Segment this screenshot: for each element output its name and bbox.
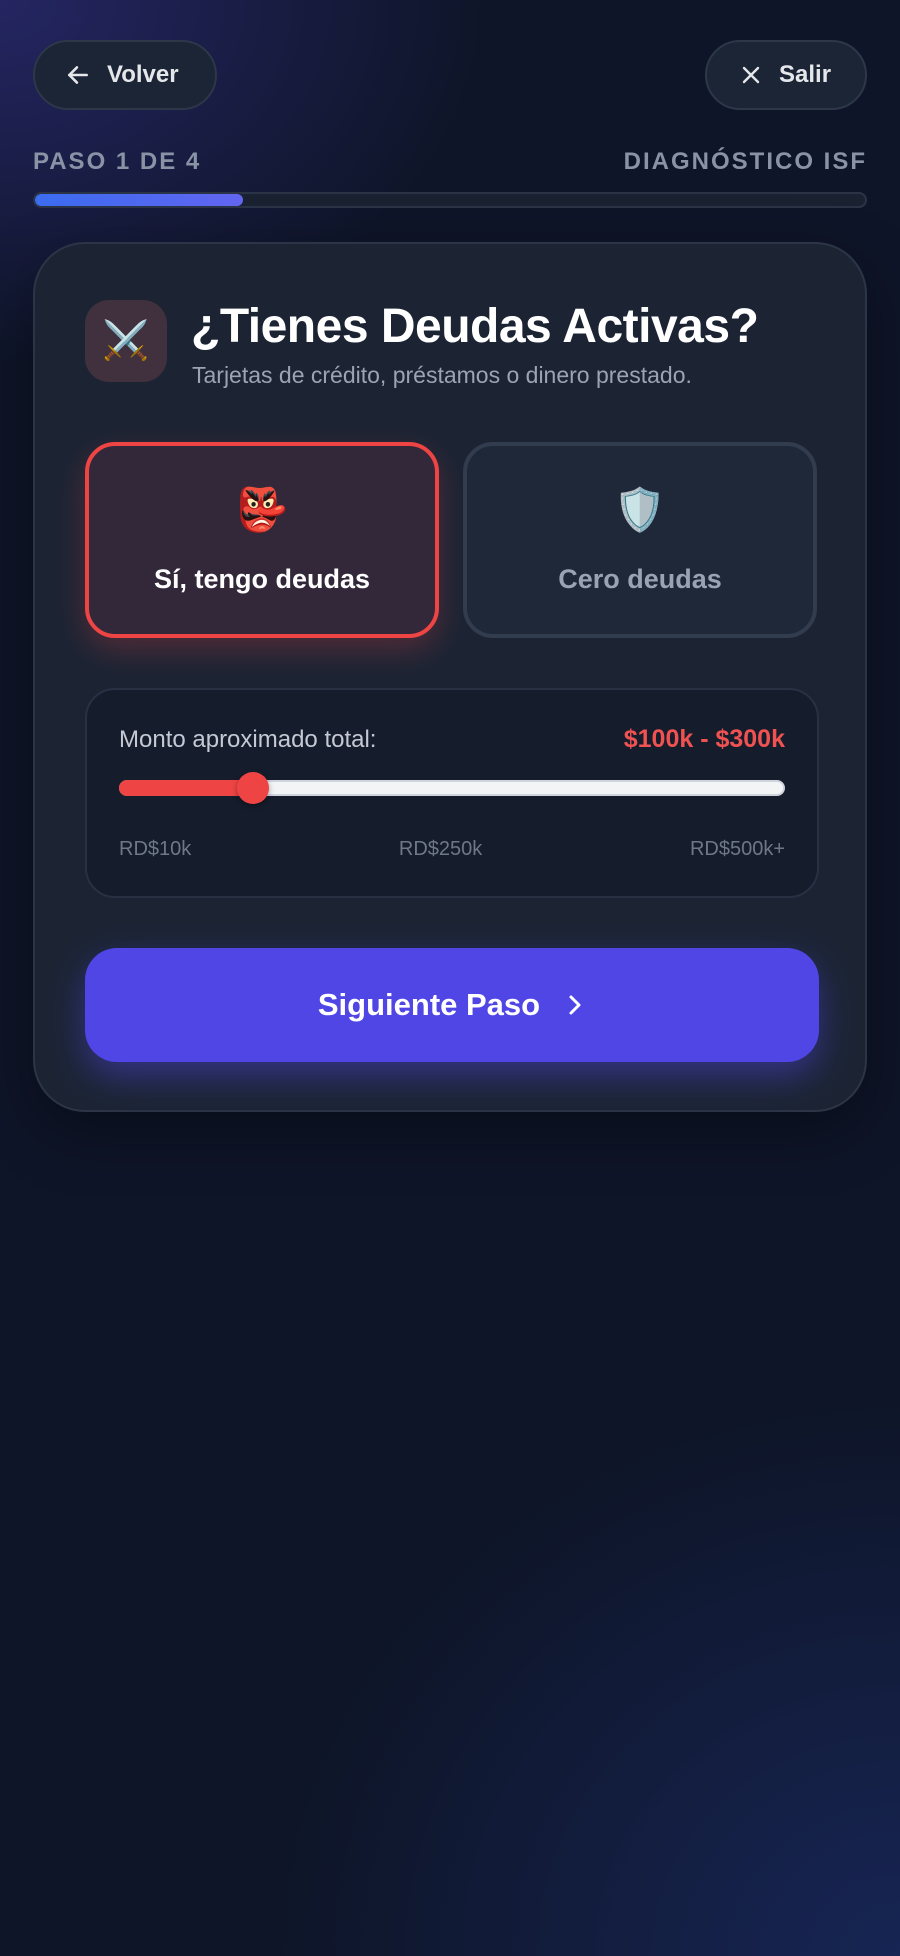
option-has-debts[interactable]: 👺 Sí, tengo deudas <box>85 442 439 638</box>
back-button-label: Volver <box>107 61 179 88</box>
tick-label-max: RD$500k+ <box>689 838 785 860</box>
chevron-right-icon <box>569 995 581 1015</box>
progress-bar-fill <box>35 194 243 206</box>
question-card: ⚔️ ¿Tienes Deudas Activas? Tarjetas de c… <box>33 242 867 1112</box>
top-bar: Volver Salir <box>33 40 867 110</box>
exit-button-label: Salir <box>779 61 832 88</box>
goblin-mask-icon: 👺 <box>235 486 289 533</box>
progress-header: PASO 1 DE 4 DIAGNÓSTICO ISF <box>33 148 867 178</box>
question-subtitle: Tarjetas de crédito, préstamos o dinero … <box>192 362 692 388</box>
arrow-left-icon <box>68 66 88 84</box>
tick-label-mid: RD$250k <box>398 838 483 860</box>
amount-label: Monto aproximado total: <box>119 726 377 753</box>
back-button[interactable]: Volver <box>33 40 217 110</box>
progress-bar <box>33 192 867 208</box>
next-step-label: Siguiente Paso <box>317 987 541 1022</box>
next-step-button[interactable]: Siguiente Paso <box>85 948 819 1062</box>
amount-slider-thumb[interactable] <box>237 772 270 804</box>
section-title: DIAGNÓSTICO ISF <box>623 148 867 175</box>
amount-slider-ticks: RD$10k RD$250k RD$500k+ <box>119 838 785 861</box>
tick-label-min: RD$10k <box>119 838 192 860</box>
close-icon <box>742 66 760 84</box>
option-no-debts-label: Cero deudas <box>558 564 722 594</box>
amount-slider-fill <box>119 780 256 796</box>
option-no-debts[interactable]: 🛡️ Cero deudas <box>463 442 817 638</box>
step-indicator: PASO 1 DE 4 <box>33 148 202 175</box>
amount-slider-track[interactable] <box>119 772 785 804</box>
shield-icon: 🛡️ <box>613 486 667 533</box>
amount-slider-panel: Monto aproximado total: $100k - $300k RD… <box>85 688 819 898</box>
question-title: ¿Tienes Deudas Activas? <box>191 300 759 353</box>
crossed-swords-icon: ⚔️ <box>85 300 167 382</box>
amount-value: $100k - $300k <box>623 725 785 753</box>
option-has-debts-label: Sí, tengo deudas <box>153 564 371 594</box>
exit-button[interactable]: Salir <box>705 40 867 110</box>
